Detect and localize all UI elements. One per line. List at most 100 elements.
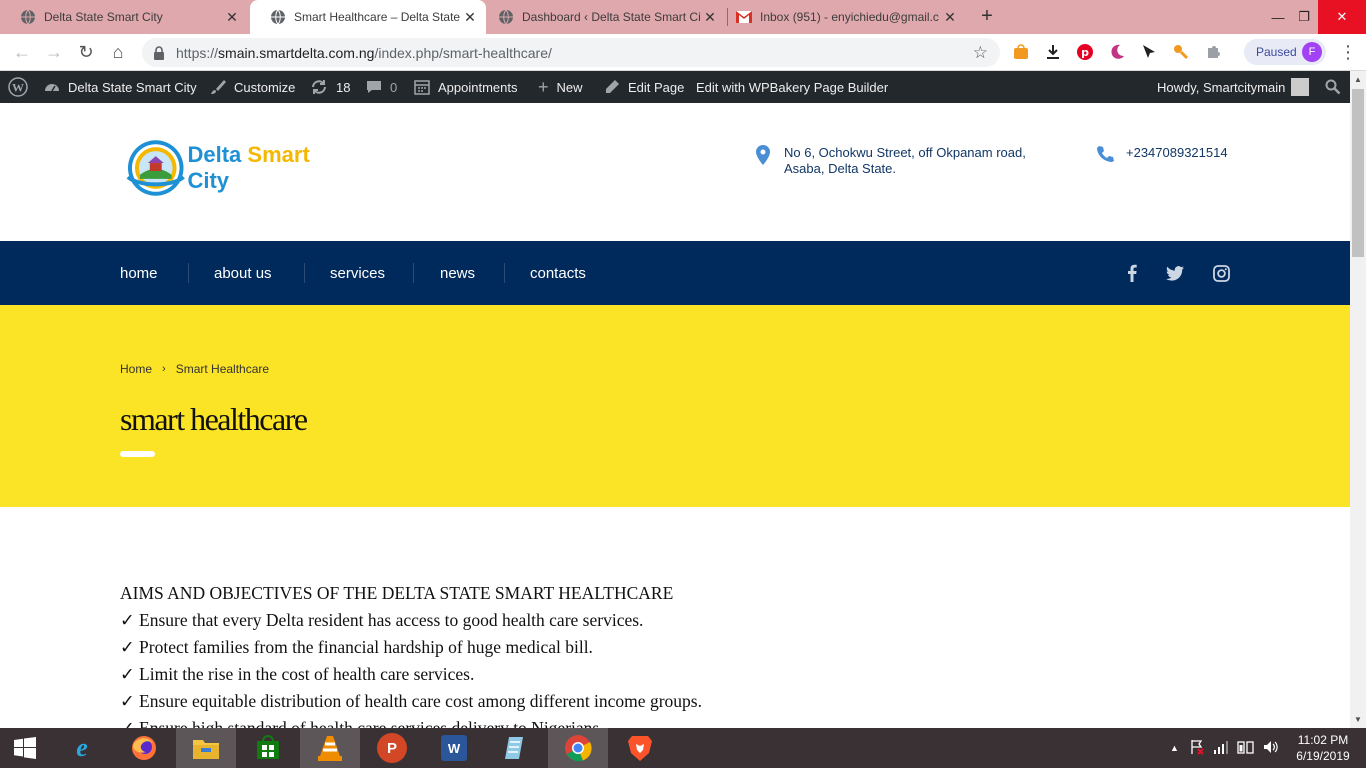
scrollbar-thumb[interactable]: [1352, 89, 1364, 257]
network-signal-icon[interactable]: [1213, 740, 1229, 757]
adminbar-customize[interactable]: Customize: [210, 71, 295, 103]
svg-text:p: p: [1081, 46, 1089, 59]
tab-inbox[interactable]: Inbox (951) - enyichiedu@gmail.c ✕: [716, 0, 966, 34]
brave-icon[interactable]: [610, 728, 670, 768]
tray-expand-chevron-icon[interactable]: ▲: [1170, 743, 1179, 753]
download-extension-icon[interactable]: [1043, 42, 1063, 62]
back-arrow-icon[interactable]: ←: [10, 40, 34, 64]
nav-news[interactable]: news: [440, 241, 475, 305]
adminbar-edit-page[interactable]: Edit Page: [604, 71, 684, 103]
scroll-down-arrow-icon[interactable]: ▼: [1350, 711, 1366, 727]
pinterest-icon[interactable]: p: [1075, 42, 1095, 62]
bookmark-star-icon[interactable]: ☆: [973, 43, 988, 63]
globe-icon: [20, 9, 36, 25]
dashboard-gauge-icon: [44, 79, 60, 95]
tab-title: Smart Healthcare – Delta State Sm: [294, 10, 462, 24]
forward-arrow-icon[interactable]: →: [42, 40, 66, 64]
profile-avatar: F: [1302, 42, 1322, 62]
breadcrumb-home[interactable]: Home: [120, 362, 152, 376]
menu-kebab-icon[interactable]: ⋮: [1338, 40, 1358, 64]
battery-icon[interactable]: [1237, 739, 1255, 758]
nav-divider: [504, 263, 505, 283]
tab-close-icon[interactable]: ✕: [224, 9, 240, 25]
search-icon[interactable]: [1325, 71, 1341, 103]
svg-text:W: W: [12, 81, 24, 95]
store-icon[interactable]: [238, 728, 298, 768]
internet-explorer-icon[interactable]: e: [52, 728, 112, 768]
adminbar-appointments[interactable]: Appointments: [414, 71, 518, 103]
adminbar-comments[interactable]: 0: [366, 71, 397, 103]
site-logo[interactable]: Delta Smart City: [126, 137, 356, 199]
word-icon[interactable]: W: [424, 728, 484, 768]
wp-admin-bar: W Delta State Smart City Customize 18 0 …: [0, 71, 1350, 103]
browser-toolbar: ← → ↻ ⌂ https://smain.smartdelta.com.ng/…: [0, 34, 1366, 71]
page-title: smart healthcare: [120, 401, 308, 437]
moon-extension-icon[interactable]: [1107, 42, 1127, 62]
address-line-1: No 6, Ochokwu Street, off Okpanam road,: [784, 145, 1026, 160]
tab-smart-healthcare[interactable]: Smart Healthcare – Delta State Sm ✕: [250, 0, 486, 34]
adminbar-site-name[interactable]: Delta State Smart City: [44, 71, 197, 103]
page-scrollbar[interactable]: ▲ ▼: [1350, 71, 1366, 728]
updates-refresh-icon: [310, 79, 328, 95]
address-bar[interactable]: https://smain.smartdelta.com.ng/index.ph…: [142, 38, 1000, 67]
wordpress-logo-icon[interactable]: W: [8, 71, 28, 103]
contact-address: No 6, Ochokwu Street, off Okpanam road, …: [756, 145, 1026, 177]
tab-title: Dashboard ‹ Delta State Smart Ci: [522, 10, 701, 24]
restore-icon[interactable]: ❐: [1290, 0, 1318, 34]
window-close-icon[interactable]: ✕: [1318, 0, 1366, 34]
nav-contacts[interactable]: contacts: [530, 241, 586, 305]
powerpoint-icon[interactable]: P: [362, 728, 422, 768]
url-text: https://smain.smartdelta.com.ng/index.ph…: [176, 44, 552, 61]
puzzle-extension-icon[interactable]: [1203, 42, 1223, 62]
tab-dashboard[interactable]: Dashboard ‹ Delta State Smart Ci ✕: [478, 0, 726, 34]
windows-taskbar: e P W ▲ 11:02 PM 6/19/2019: [0, 728, 1366, 768]
tab-title: Inbox (951) - enyichiedu@gmail.c: [760, 10, 939, 24]
volume-icon[interactable]: [1263, 740, 1279, 757]
home-icon[interactable]: ⌂: [106, 40, 130, 64]
phone-number: +2347089321514: [1126, 145, 1228, 160]
reload-icon[interactable]: ↻: [74, 40, 98, 64]
breadcrumb: Home › Smart Healthcare: [120, 362, 269, 376]
objective-item: ✓ Ensure equitable distribution of healt…: [120, 691, 702, 711]
adminbar-account[interactable]: Howdy, Smartcitymain: [1157, 71, 1310, 103]
scroll-up-arrow-icon[interactable]: ▲: [1350, 71, 1366, 87]
page-title-banner: Home › Smart Healthcare smart healthcare: [0, 305, 1350, 507]
shopping-bag-extension-icon[interactable]: [1011, 42, 1031, 62]
objective-item: ✓ Ensure that every Delta resident has a…: [120, 610, 644, 630]
flag-icon[interactable]: [1189, 739, 1205, 758]
globe-icon: [270, 9, 286, 25]
tab-close-icon[interactable]: ✕: [942, 9, 958, 25]
tab-close-icon[interactable]: ✕: [462, 9, 478, 25]
nav-home[interactable]: home: [120, 241, 158, 305]
tab-delta-state-smart-city[interactable]: Delta State Smart City ✕: [0, 0, 248, 34]
paintbrush-icon: [210, 79, 226, 95]
content-heading: AIMS AND OBJECTIVES OF THE DELTA STATE S…: [120, 583, 674, 603]
address-line-2: Asaba, Delta State.: [784, 161, 897, 176]
vlc-icon[interactable]: [300, 728, 360, 768]
phone-icon: [1096, 145, 1114, 167]
new-tab-icon[interactable]: +: [976, 5, 998, 27]
key-extension-icon[interactable]: [1171, 42, 1191, 62]
instagram-icon[interactable]: [1211, 263, 1231, 283]
notepad-icon[interactable]: [486, 728, 546, 768]
nav-about-us[interactable]: about us: [214, 241, 272, 305]
nav-services[interactable]: services: [330, 241, 385, 305]
adminbar-updates[interactable]: 18: [310, 71, 350, 103]
firefox-icon[interactable]: [114, 728, 174, 768]
globe-icon: [498, 9, 514, 25]
clock-time: 11:02 PM: [1297, 733, 1349, 747]
file-explorer-icon[interactable]: [176, 728, 236, 768]
profile-button[interactable]: Paused F: [1244, 39, 1326, 65]
chrome-icon[interactable]: [548, 728, 608, 768]
taskbar-clock[interactable]: 11:02 PM 6/19/2019: [1290, 732, 1356, 764]
adminbar-wpbakery[interactable]: Edit with WPBakery Page Builder: [696, 71, 888, 103]
map-pin-icon: [756, 145, 772, 177]
windows-start-icon[interactable]: [0, 728, 50, 768]
cursor-extension-icon[interactable]: [1139, 42, 1159, 62]
facebook-icon[interactable]: [1122, 263, 1142, 283]
nav-divider: [304, 263, 305, 283]
twitter-icon[interactable]: [1165, 263, 1185, 283]
lock-icon: [152, 45, 166, 60]
contact-phone: +2347089321514: [1096, 145, 1228, 167]
adminbar-new[interactable]: + New: [538, 71, 583, 103]
